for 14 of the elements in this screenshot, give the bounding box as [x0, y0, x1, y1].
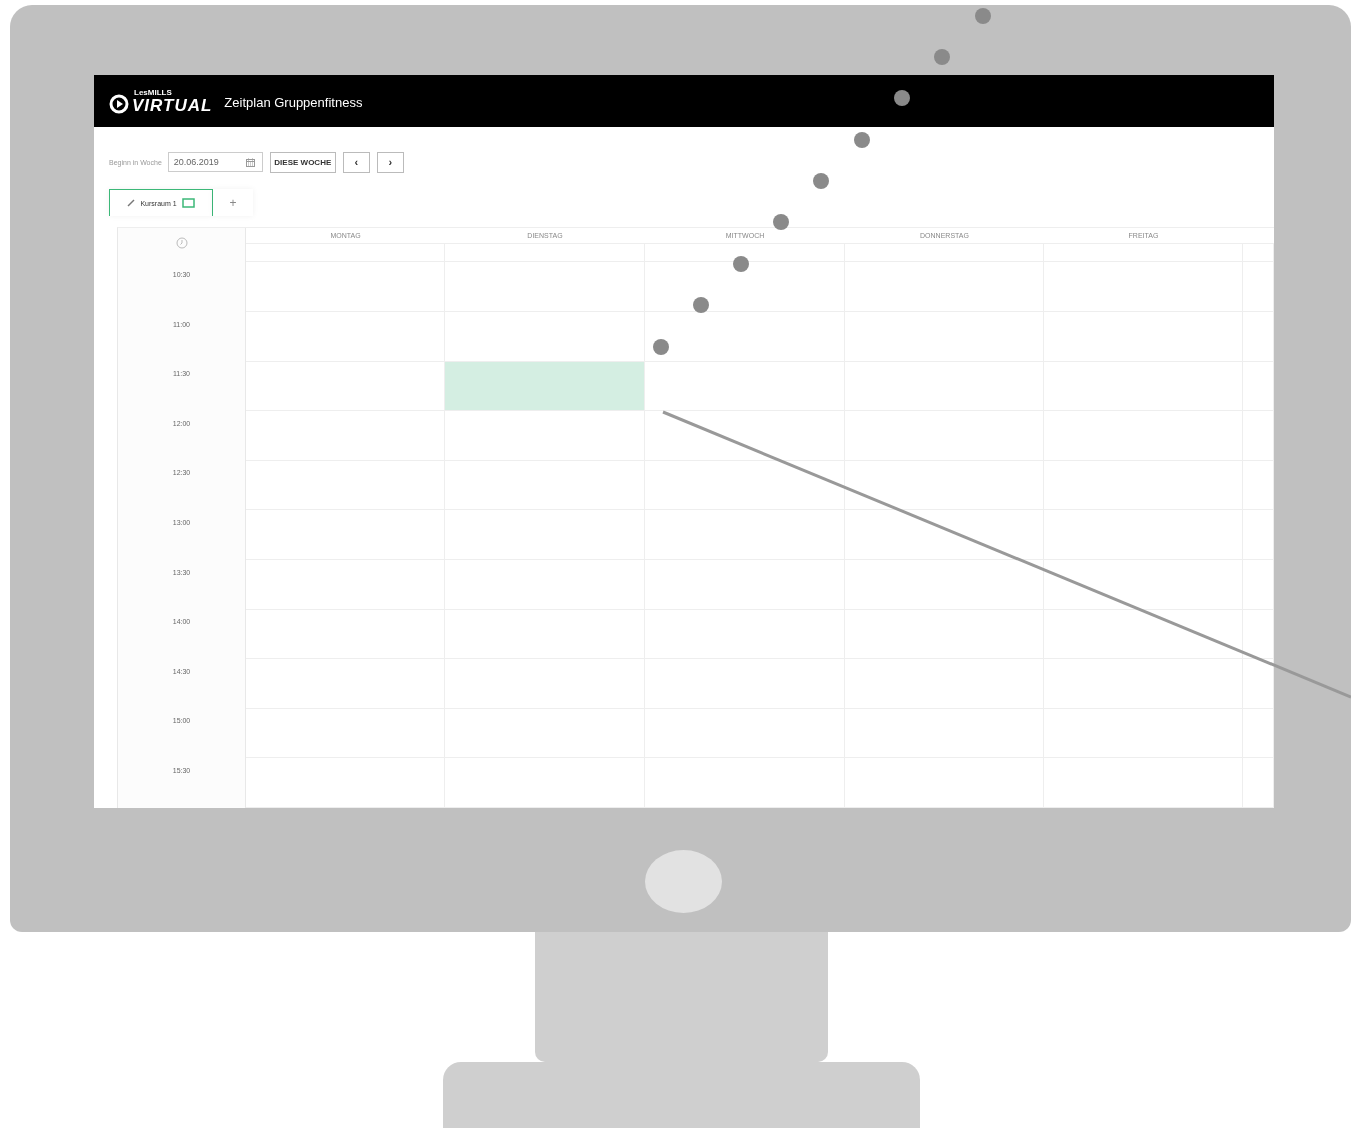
date-field[interactable]: 20.06.2019: [167, 152, 263, 172]
this-week-button[interactable]: DIESE WOCHE: [269, 151, 336, 173]
logo-text-small: LesMILLS: [134, 88, 173, 97]
clock-icon: [175, 236, 188, 249]
selected-slot[interactable]: [445, 361, 645, 411]
add-tab-button[interactable]: +: [213, 189, 253, 216]
logo-text: VIRTUAL: [132, 96, 213, 114]
next-button[interactable]: ›: [376, 151, 404, 173]
calendar-icon: [245, 158, 255, 167]
play-circle-icon: [109, 93, 129, 114]
screen-icon: [181, 198, 195, 208]
app-title: Zeitplan Gruppenfitness: [224, 95, 363, 110]
previous-button[interactable]: ‹: [342, 151, 370, 173]
pencil-icon: [127, 199, 136, 207]
